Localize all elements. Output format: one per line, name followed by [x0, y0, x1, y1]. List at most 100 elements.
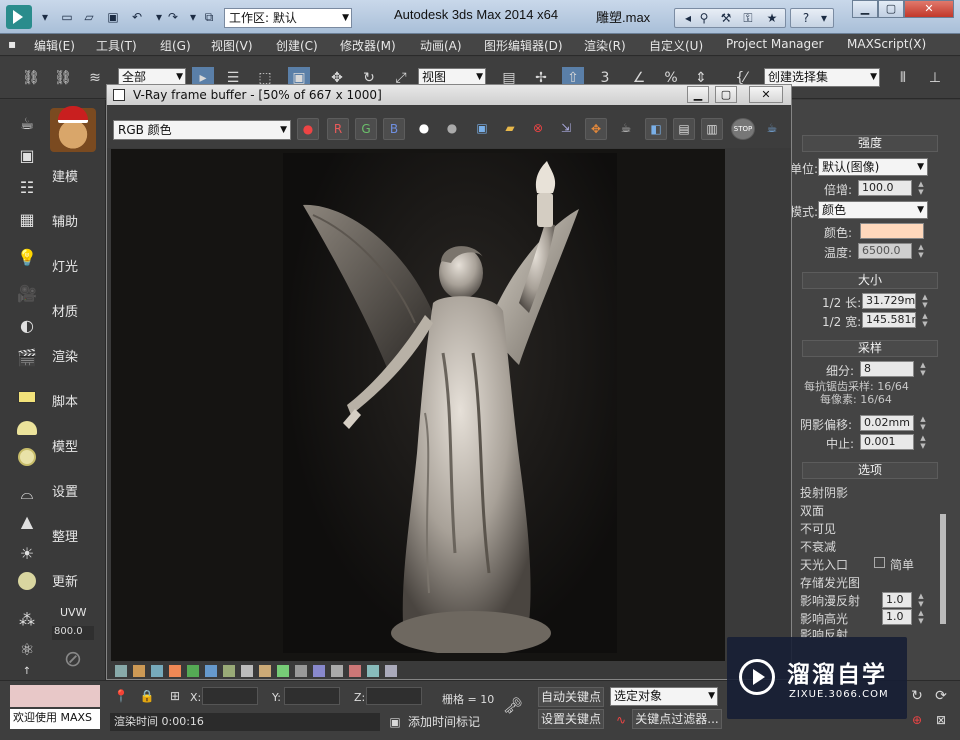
pin-red-icon[interactable]: 📍 [110, 685, 132, 707]
track-mouse-icon[interactable]: ✥ [585, 118, 607, 140]
label-model[interactable]: 模型 [52, 436, 92, 455]
molecule-icon[interactable]: ⚛ [14, 638, 40, 662]
vfb-minimize-button[interactable]: ▁ [687, 86, 709, 103]
add-time-tag-button[interactable]: 添加时间标记 [408, 713, 492, 731]
info-icon[interactable] [151, 665, 163, 677]
history-icon[interactable]: ▥ [701, 118, 723, 140]
render-last-icon[interactable]: ☕ [761, 118, 783, 140]
lattice-icon[interactable]: ⁂ [14, 608, 40, 632]
workspace-dropdown[interactable]: 工作区: 默认 ▼ [224, 8, 352, 28]
label-render[interactable]: 渲染 [52, 346, 92, 365]
label-script[interactable]: 脚本 [52, 391, 92, 410]
menu-edit[interactable]: 编辑(E) [34, 37, 75, 54]
half-width-spinner[interactable]: ▲ ▼ [920, 312, 930, 328]
new-file-icon[interactable]: ▭ [58, 9, 76, 25]
pixel-info-icon[interactable]: ◧ [645, 118, 667, 140]
menu-views[interactable]: 视图(V) [211, 37, 253, 54]
color-channels-icon[interactable]: ● [297, 118, 319, 140]
color-swatch[interactable] [860, 223, 924, 239]
render-teapot-icon[interactable]: ☕ [615, 118, 637, 140]
menu-maxscript[interactable]: MAXScript(X) [847, 37, 926, 51]
maximize-button[interactable]: ▢ [878, 0, 904, 18]
status-icon-2[interactable] [133, 665, 145, 677]
section-intensity[interactable]: 强度 [802, 135, 938, 152]
temperature-spinner[interactable]: ▲ ▼ [916, 243, 926, 259]
subscription-icon[interactable]: ⚿ [739, 10, 757, 26]
teapot-icon[interactable]: ☕ [14, 112, 40, 136]
white-balance-icon[interactable] [259, 665, 271, 677]
option-affect-specular[interactable]: 影响高光 [800, 610, 848, 627]
vfb-maximize-button[interactable]: ▢ [715, 86, 737, 103]
srgb-icon[interactable] [295, 665, 307, 677]
cone-icon[interactable]: ▲ [14, 510, 40, 534]
pin-icon[interactable] [367, 665, 379, 677]
affect-specular-field[interactable]: 1.0 [882, 609, 912, 625]
label-helpers[interactable]: 辅助 [52, 211, 92, 230]
close-button[interactable]: ✕ [904, 0, 954, 18]
region-render-icon[interactable]: ▤ [673, 118, 695, 140]
dome-icon[interactable] [14, 418, 40, 442]
color-correction-icon[interactable] [169, 665, 181, 677]
bind-spacewarp-icon[interactable]: ≋ [84, 67, 106, 89]
render-canvas[interactable] [111, 149, 725, 661]
auto-key-button[interactable]: 自动关键点 [538, 687, 604, 707]
subdivs-spinner[interactable]: ▲ ▼ [918, 361, 928, 377]
menu-rendering[interactable]: 渲染(R) [584, 37, 626, 54]
ocio-icon[interactable] [313, 665, 325, 677]
menu-modifiers[interactable]: 修改器(M) [340, 37, 396, 54]
cutoff-spinner[interactable]: ▲ ▼ [918, 434, 928, 450]
menu-tools[interactable]: 工具(T) [96, 37, 137, 54]
levels-icon[interactable] [187, 665, 199, 677]
green-channel-button[interactable]: G [355, 118, 377, 140]
walk-icon[interactable]: ⟳ [930, 685, 952, 707]
x-coord-field[interactable] [202, 687, 258, 705]
maxscript-listener-box[interactable] [10, 685, 100, 707]
half-length-field[interactable]: 31.729mm [862, 293, 916, 309]
field-of-view-icon[interactable]: ⊕ [906, 709, 928, 731]
copy-to-max-icon[interactable]: ⇲ [555, 118, 577, 140]
redo-icon[interactable]: ↷ [164, 9, 182, 25]
vfb-title-bar[interactable]: V-Ray frame buffer - [50% of 667 x 1000]… [107, 85, 791, 105]
compare-icon[interactable] [331, 665, 343, 677]
menu-animation[interactable]: 动画(A) [420, 37, 462, 54]
key-icon[interactable]: 🗝 [502, 695, 524, 717]
label-uvw[interactable]: UVW [60, 606, 100, 619]
simple-checkbox[interactable] [874, 557, 885, 568]
save-image-icon[interactable]: ▣ [471, 118, 493, 140]
stop-render-button[interactable]: STOP [731, 118, 755, 140]
half-width-field[interactable]: 145.581mm [862, 312, 916, 328]
label-materials[interactable]: 材质 [52, 301, 92, 320]
mode-dropdown[interactable]: 颜色 ▼ [818, 201, 928, 219]
link-icon[interactable]: ⛓ [20, 67, 42, 89]
section-options[interactable]: 选项 [802, 462, 938, 479]
plane-icon[interactable] [14, 386, 40, 410]
lut-icon[interactable] [277, 665, 289, 677]
disc-icon[interactable] [14, 448, 40, 472]
white-dot-icon[interactable]: ● [413, 118, 435, 140]
dropdown-arrow-icon[interactable]: ▾ [36, 9, 54, 25]
affect-diffuse-field[interactable]: 1.0 [882, 592, 912, 608]
label-organize[interactable]: 整理 [52, 526, 92, 545]
y-coord-field[interactable] [284, 687, 340, 705]
mono-dot-icon[interactable]: ● [441, 118, 463, 140]
warning-icon[interactable]: ⊘ [60, 648, 86, 672]
label-modeling[interactable]: 建模 [52, 166, 92, 185]
menu-graph-editors[interactable]: 图形编辑器(D) [484, 37, 563, 54]
mirror-icon[interactable]: ⫴ [892, 67, 914, 89]
option-no-decay[interactable]: 不衰减 [800, 538, 836, 555]
list-panel-icon[interactable]: ☷ [14, 176, 40, 200]
option-store-irradiance[interactable]: 存储发光图 [800, 574, 860, 591]
light-bulb-icon[interactable]: 💡 [14, 246, 40, 270]
histogram-icon[interactable] [223, 665, 235, 677]
clear-image-icon[interactable]: ⊗ [527, 118, 549, 140]
vfb-close-button[interactable]: ✕ [749, 86, 783, 103]
red-channel-button[interactable]: R [327, 118, 349, 140]
binoculars-icon[interactable]: ⚲ [695, 10, 713, 26]
basket-icon[interactable]: ⌓ [14, 482, 40, 506]
render-frame-icon[interactable]: ▣ [14, 144, 40, 168]
app-logo-icon[interactable] [6, 5, 32, 29]
cutoff-field[interactable]: 0.001 [860, 434, 914, 450]
multiplier-spinner[interactable]: ▲ ▼ [916, 180, 926, 196]
channel-dropdown[interactable]: RGB 颜色 ▼ [113, 120, 291, 140]
undo-icon[interactable]: ↶ [128, 9, 146, 25]
